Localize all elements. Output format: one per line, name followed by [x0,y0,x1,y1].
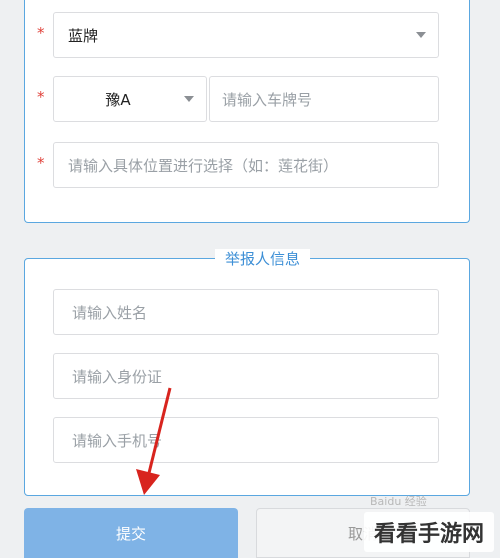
plate-type-select[interactable]: 蓝牌 [53,12,439,58]
id-card-placeholder: 请输入身份证 [72,367,163,386]
location-placeholder: 请输入具体位置进行选择（如：莲花街） [68,156,339,175]
plate-number-input[interactable]: 请输入车牌号 [209,76,439,122]
faint-watermark: Baidu 经验 [370,495,427,508]
reporter-section-title: 举报人信息 [215,249,311,269]
id-card-input[interactable]: 请输入身份证 [53,353,439,399]
reporter-info-panel: 举报人信息 请输入姓名 请输入身份证 请输入手机号 [24,249,470,496]
province-select[interactable]: 豫A [53,76,207,122]
required-mark: * [37,88,45,106]
phone-input[interactable]: 请输入手机号 [53,417,439,463]
site-watermark: 看看手游网 [363,512,494,552]
caret-down-icon [184,96,194,102]
submit-button[interactable]: 提交 [24,508,238,558]
province-value: 豫A [105,90,131,109]
name-placeholder: 请输入姓名 [72,303,148,322]
submit-label: 提交 [115,524,146,543]
red-arrow-annotation [136,387,172,495]
vehicle-info-panel: * 蓝牌 * 豫A 请输入车牌号 * 请输入具体位置进行选择（如：莲花街） [24,0,470,223]
location-input[interactable]: 请输入具体位置进行选择（如：莲花街） [53,142,439,188]
caret-down-icon [416,32,426,38]
required-mark: * [37,154,45,172]
required-mark: * [37,24,45,42]
plate-number-placeholder: 请输入车牌号 [222,90,313,109]
plate-type-value: 蓝牌 [68,26,99,45]
name-input[interactable]: 请输入姓名 [53,289,439,335]
